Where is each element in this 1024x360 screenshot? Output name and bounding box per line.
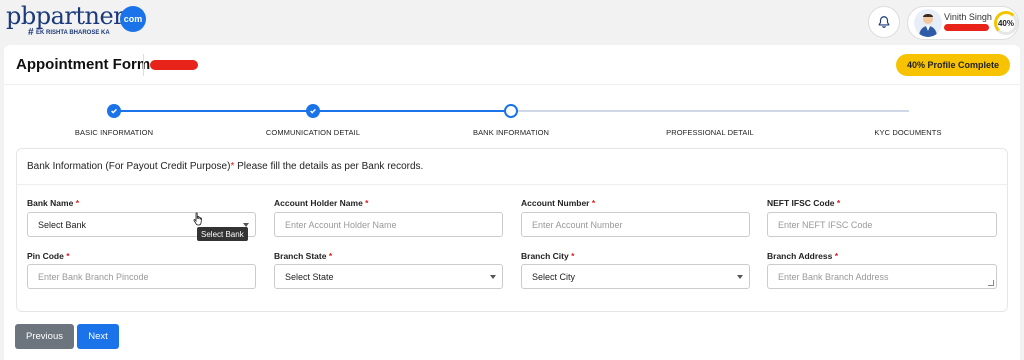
next-button[interactable]: Next bbox=[77, 324, 119, 349]
step-label-professional[interactable]: PROFESSIONAL DETAIL bbox=[666, 128, 754, 137]
branch-city-label-text: Branch City bbox=[521, 251, 569, 261]
bank-name-label: Bank Name * bbox=[27, 198, 79, 208]
title-divider bbox=[143, 54, 144, 76]
section-title-text: Bank Information (For Payout Credit Purp… bbox=[27, 161, 231, 172]
bell-icon bbox=[878, 16, 890, 28]
logo-com-badge: com bbox=[120, 6, 146, 32]
account-holder-label: Account Holder Name * bbox=[274, 198, 368, 208]
page-title: Appointment Form bbox=[16, 56, 151, 73]
branch-state-value: Select State bbox=[285, 271, 334, 282]
branch-address-placeholder: Enter Bank Branch Address bbox=[778, 271, 889, 282]
pin-code-placeholder: Enter Bank Branch Pincode bbox=[38, 271, 149, 282]
account-number-input[interactable]: Enter Account Number bbox=[521, 212, 750, 237]
pin-code-input[interactable]: Enter Bank Branch Pincode bbox=[27, 264, 256, 289]
section-header: Bank Information (For Payout Credit Purp… bbox=[17, 149, 1007, 185]
hashtag-icon: # bbox=[28, 27, 34, 38]
ifsc-label: NEFT IFSC Code * bbox=[767, 198, 840, 208]
branch-address-label-text: Branch Address bbox=[767, 251, 833, 261]
logo-text: pbpartners bbox=[6, 2, 136, 30]
user-profile-menu[interactable]: Vinith Singh 40% bbox=[907, 6, 1019, 40]
chevron-down-icon bbox=[490, 275, 496, 279]
account-number-label-text: Account Number bbox=[521, 198, 590, 208]
step-2-check-icon[interactable] bbox=[306, 104, 320, 118]
branch-state-label-text: Branch State bbox=[274, 251, 327, 261]
top-bar: pbpartners com # EK RISHTA BHAROSE KA Vi… bbox=[0, 0, 1024, 44]
account-holder-input[interactable]: Enter Account Holder Name bbox=[274, 212, 503, 237]
branch-address-textarea[interactable]: Enter Bank Branch Address bbox=[767, 264, 997, 289]
resize-handle-icon[interactable] bbox=[988, 280, 994, 286]
step-label-bank[interactable]: BANK INFORMATION bbox=[473, 128, 549, 137]
page-header: Appointment Form 40% Profile Complete bbox=[4, 45, 1020, 85]
ifsc-label-text: NEFT IFSC Code bbox=[767, 198, 835, 208]
section-note: Please fill the details as per Bank reco… bbox=[234, 161, 424, 172]
ifsc-input[interactable]: Enter NEFT IFSC Code bbox=[767, 212, 997, 237]
stepper-line-pending bbox=[512, 110, 909, 112]
user-name: Vinith Singh bbox=[944, 12, 992, 22]
required-mark: * bbox=[365, 198, 369, 208]
main-panel: Appointment Form 40% Profile Complete BA… bbox=[4, 45, 1020, 360]
branch-state-label: Branch State * bbox=[274, 251, 332, 261]
chevron-down-icon bbox=[737, 275, 743, 279]
section-title: Bank Information (For Payout Credit Purp… bbox=[27, 161, 423, 172]
step-label-communication[interactable]: COMMUNICATION DETAIL bbox=[266, 128, 360, 137]
required-mark: * bbox=[591, 198, 596, 208]
required-mark: * bbox=[834, 251, 839, 261]
hand-cursor-icon bbox=[193, 212, 202, 226]
logo-tagline: EK RISHTA BHAROSE KA bbox=[36, 30, 110, 36]
user-avatar-icon bbox=[919, 14, 937, 37]
previous-button[interactable]: Previous bbox=[15, 324, 74, 349]
step-label-kyc[interactable]: KYC DOCUMENTS bbox=[874, 128, 941, 137]
bank-name-value: Select Bank bbox=[38, 219, 87, 230]
ifsc-placeholder: Enter NEFT IFSC Code bbox=[778, 219, 873, 230]
notification-bell-button[interactable] bbox=[868, 6, 900, 38]
account-number-label: Account Number * bbox=[521, 198, 595, 208]
account-holder-label-text: Account Holder Name bbox=[274, 198, 363, 208]
branch-city-select[interactable]: Select City bbox=[521, 264, 750, 289]
avatar bbox=[914, 9, 942, 37]
branch-state-select[interactable]: Select State bbox=[274, 264, 503, 289]
branch-city-value: Select City bbox=[532, 271, 576, 282]
required-mark: * bbox=[836, 198, 841, 208]
pin-code-label-text: Pin Code bbox=[27, 251, 64, 261]
step-1-check-icon[interactable] bbox=[107, 104, 121, 118]
pin-code-label: Pin Code * bbox=[27, 251, 70, 261]
required-mark: * bbox=[66, 251, 70, 261]
profile-progress-ring: 40% bbox=[994, 11, 1018, 35]
pbpartners-logo[interactable]: pbpartners com # EK RISHTA BHAROSE KA bbox=[6, 2, 146, 38]
required-mark: * bbox=[328, 251, 333, 261]
required-mark: * bbox=[571, 251, 575, 261]
profile-complete-badge[interactable]: 40% Profile Complete bbox=[896, 54, 1010, 76]
bank-name-label-text: Bank Name bbox=[27, 198, 74, 208]
branch-city-label: Branch City * bbox=[521, 251, 574, 261]
branch-address-label: Branch Address * bbox=[767, 251, 838, 261]
redacted-text bbox=[150, 60, 198, 70]
account-holder-placeholder: Enter Account Holder Name bbox=[285, 219, 397, 230]
redacted-text bbox=[944, 24, 989, 31]
step-3-current-dot[interactable] bbox=[504, 104, 518, 118]
bank-select-tooltip: Select Bank bbox=[197, 227, 248, 241]
step-label-basic[interactable]: BASIC INFORMATION bbox=[75, 128, 153, 137]
account-number-placeholder: Enter Account Number bbox=[532, 219, 623, 230]
required-mark: * bbox=[75, 198, 79, 208]
